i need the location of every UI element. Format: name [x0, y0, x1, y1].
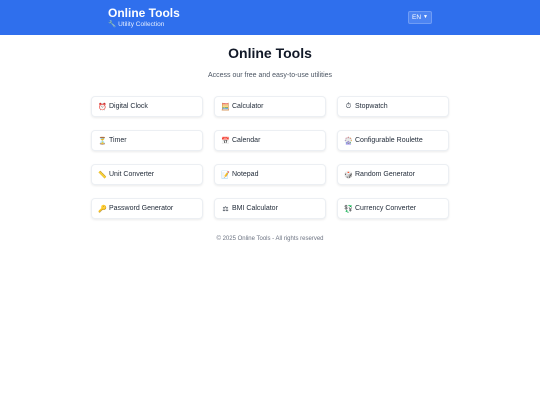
- language-select[interactable]: EN ▼: [408, 11, 432, 24]
- tool-card-calendar[interactable]: 📅 Calendar: [214, 130, 326, 151]
- brand[interactable]: Online Tools 🔧 Utility Collection: [108, 7, 180, 29]
- tool-card-password-generator[interactable]: 🔑 Password Generator: [91, 198, 203, 219]
- page-subtitle: Access our free and easy-to-use utilitie…: [207, 72, 333, 79]
- tool-card-currency-converter[interactable]: 💱 Currency Converter: [337, 198, 449, 219]
- tool-card-configurable-roulette[interactable]: 🎡 Configurable Roulette: [337, 130, 449, 151]
- tool-label: Stopwatch: [355, 103, 388, 110]
- brand-subtitle: 🔧 Utility Collection: [108, 21, 180, 29]
- dice-icon: 🎲: [344, 171, 353, 179]
- stopwatch-icon: ⏱: [345, 102, 352, 110]
- ruler-icon: 📏: [98, 171, 107, 179]
- page-title: Online Tools: [228, 45, 312, 61]
- tool-card-unit-converter[interactable]: 📏 Unit Converter: [91, 164, 203, 185]
- tool-label: Digital Clock: [109, 103, 148, 110]
- currency-exchange-icon: 💱: [344, 205, 353, 213]
- tool-card-stopwatch[interactable]: ⏱ Stopwatch: [337, 96, 449, 117]
- top-header: Online Tools 🔧 Utility Collection EN ▼: [0, 0, 540, 35]
- alarm-clock-icon: ⏰: [98, 103, 107, 111]
- calendar-icon: 📅: [221, 137, 230, 145]
- tool-card-notepad[interactable]: 📝 Notepad: [214, 164, 326, 185]
- tool-card-random-generator[interactable]: 🎲 Random Generator: [337, 164, 449, 185]
- tool-label: Password Generator: [109, 205, 174, 212]
- tool-label: Timer: [109, 137, 127, 144]
- chevron-down-icon: ▼: [423, 14, 428, 20]
- brand-title: Online Tools: [108, 6, 180, 20]
- tool-label: Notepad: [232, 171, 259, 178]
- tool-grid: ⏰ Digital Clock 🧮 Calculator ⏱ Stopwatch…: [91, 96, 449, 219]
- tool-label: Random Generator: [355, 171, 415, 178]
- tool-label: BMI Calculator: [232, 205, 278, 212]
- tool-card-bmi-calculator[interactable]: ⚖ BMI Calculator: [214, 198, 326, 219]
- language-value: EN: [412, 14, 422, 21]
- abacus-icon: 🧮: [221, 103, 230, 111]
- tool-label: Calendar: [232, 137, 261, 144]
- tool-label: Calculator: [232, 103, 264, 110]
- scale-icon: ⚖: [222, 205, 229, 213]
- hourglass-icon: ⏳: [98, 137, 107, 145]
- tool-label: Unit Converter: [109, 171, 155, 178]
- key-icon: 🔑: [98, 205, 107, 213]
- tool-card-calculator[interactable]: 🧮 Calculator: [214, 96, 326, 117]
- tool-card-digital-clock[interactable]: ⏰ Digital Clock: [91, 96, 203, 117]
- tool-label: Currency Converter: [355, 205, 417, 212]
- tool-card-timer[interactable]: ⏳ Timer: [91, 130, 203, 151]
- memo-icon: 📝: [221, 171, 230, 179]
- ferris-wheel-icon: 🎡: [344, 137, 353, 145]
- brand-subtitle-text: Utility Collection: [118, 21, 165, 28]
- wrench-icon: 🔧: [108, 21, 117, 28]
- footer-copyright: © 2025 Online Tools - All rights reserve…: [216, 236, 324, 242]
- tool-label: Configurable Roulette: [355, 137, 423, 144]
